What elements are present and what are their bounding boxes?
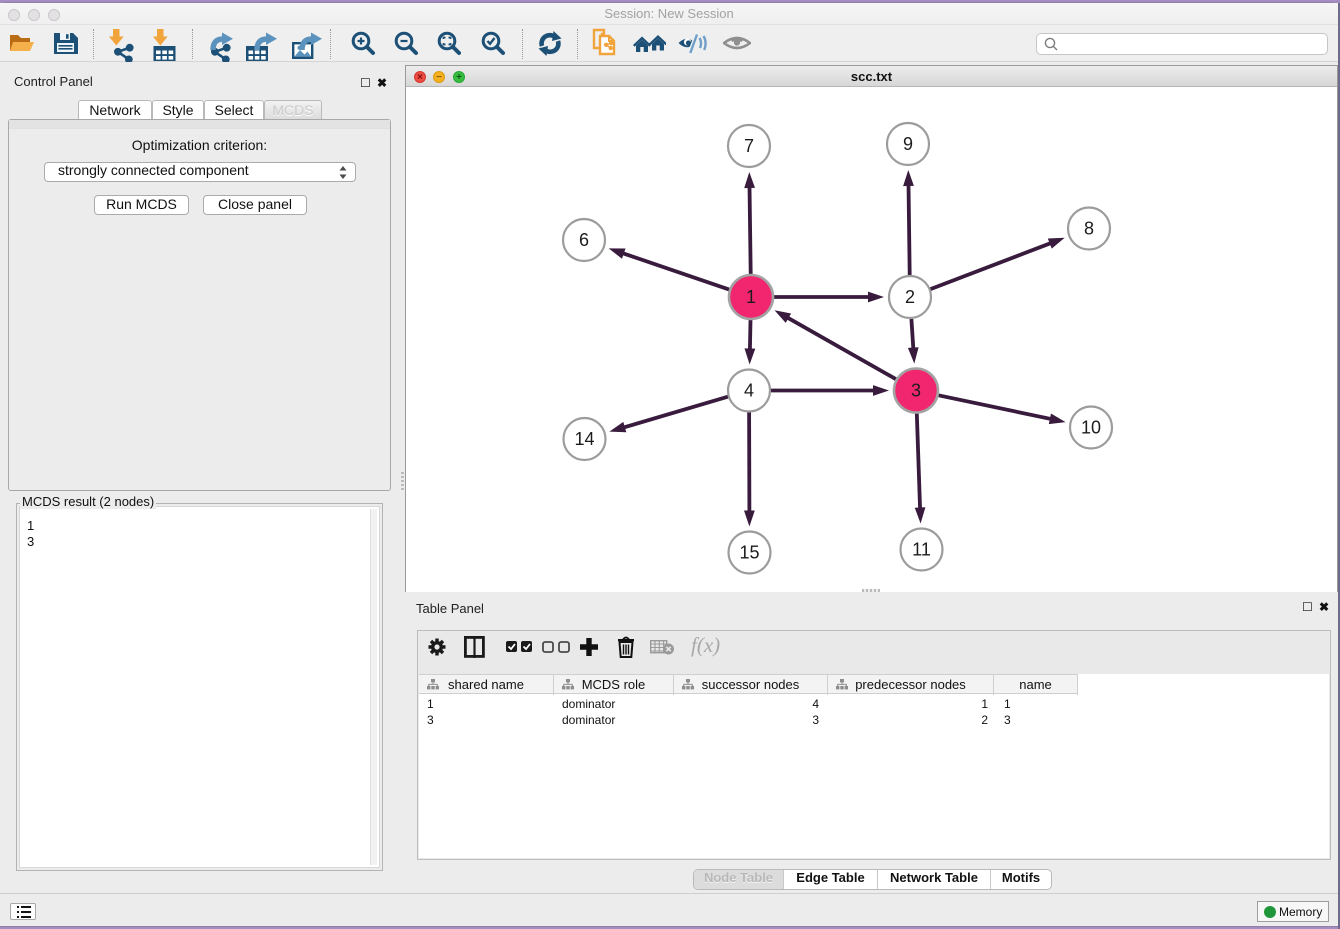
svg-text:9: 9 (903, 134, 913, 154)
svg-text:3: 3 (911, 381, 921, 401)
svg-text:8: 8 (1084, 219, 1094, 239)
svg-text:4: 4 (744, 381, 754, 401)
svg-text:7: 7 (744, 136, 754, 156)
svg-text:14: 14 (574, 429, 594, 449)
svg-text:6: 6 (579, 230, 589, 250)
svg-text:15: 15 (739, 543, 759, 563)
svg-text:2: 2 (905, 287, 915, 307)
svg-text:1: 1 (746, 287, 756, 307)
svg-text:10: 10 (1081, 418, 1101, 438)
svg-text:11: 11 (912, 540, 931, 560)
